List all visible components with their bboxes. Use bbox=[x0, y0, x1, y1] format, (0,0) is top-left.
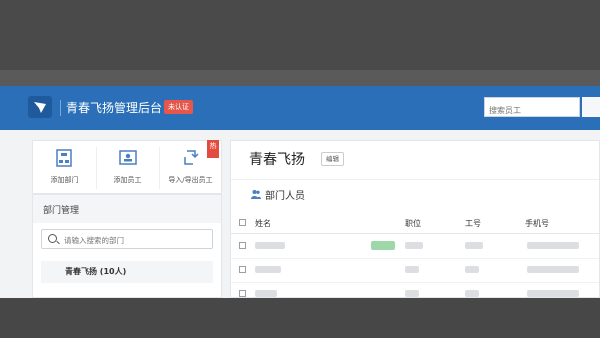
blurred-phone bbox=[527, 266, 579, 273]
blurred-position bbox=[405, 290, 419, 297]
members-section-title: 部门人员 bbox=[265, 191, 305, 202]
org-name-title: 青春飞扬 bbox=[249, 152, 305, 168]
main-content-panel: 青春飞扬 编辑 部门人员 姓名 职位 工号 手机号 bbox=[230, 140, 600, 298]
department-panel-title: 部门管理 bbox=[43, 206, 80, 216]
blurred-phone bbox=[527, 242, 579, 249]
blurred-phone bbox=[527, 290, 579, 297]
department-search-input[interactable] bbox=[62, 232, 206, 248]
hot-tag: 热 bbox=[207, 140, 219, 158]
top-header-bar: 青春飞扬管理后台 未认证 bbox=[0, 86, 600, 130]
department-panel: 部门管理 青春飞扬 (10人) bbox=[32, 194, 222, 298]
table-row[interactable] bbox=[231, 282, 599, 298]
blurred-name bbox=[255, 242, 285, 249]
org-chart-icon bbox=[56, 149, 72, 167]
people-icon bbox=[251, 190, 261, 199]
employee-search-input[interactable] bbox=[485, 101, 583, 120]
column-header-phone: 手机号 bbox=[525, 219, 549, 228]
app-screen: 青春飞扬管理后台 未认证 添加部门 添加员工 bbox=[0, 86, 600, 298]
members-table-header: 姓名 职位 工号 手机号 bbox=[231, 213, 599, 234]
employee-search-box[interactable] bbox=[484, 97, 583, 120]
search-icon bbox=[48, 234, 57, 243]
row-checkbox[interactable] bbox=[239, 242, 246, 249]
column-header-employee-id: 工号 bbox=[465, 219, 481, 228]
blurred-employee-id bbox=[465, 242, 483, 249]
import-export-icon bbox=[184, 150, 199, 165]
search-button[interactable] bbox=[582, 97, 600, 117]
blurred-employee-id bbox=[465, 266, 479, 273]
edit-button[interactable]: 编辑 bbox=[321, 152, 344, 166]
add-employee-label: 添加员工 bbox=[113, 176, 142, 184]
blurred-position bbox=[405, 266, 419, 273]
app-title: 青春飞扬管理后台 bbox=[66, 101, 163, 115]
quick-actions-panel: 添加部门 添加员工 导入/导出员工 热 bbox=[32, 140, 222, 194]
import-export-label: 导入/导出员工 bbox=[168, 176, 213, 184]
unverified-badge[interactable]: 未认证 bbox=[164, 100, 193, 114]
select-all-checkbox[interactable] bbox=[239, 219, 246, 226]
app-logo-icon[interactable] bbox=[28, 96, 52, 118]
row-checkbox[interactable] bbox=[239, 290, 246, 297]
header-separator bbox=[60, 100, 61, 116]
department-tree-item[interactable]: 青春飞扬 (10人) bbox=[41, 261, 213, 283]
blurred-tag bbox=[371, 241, 395, 250]
blurred-name bbox=[255, 290, 277, 297]
blurred-position bbox=[405, 242, 423, 249]
table-row[interactable] bbox=[231, 258, 599, 283]
monitor-bezel-bottom bbox=[0, 298, 600, 338]
blurred-employee-id bbox=[465, 290, 479, 297]
add-department-button[interactable]: 添加部门 bbox=[33, 141, 96, 195]
table-row[interactable] bbox=[231, 234, 599, 259]
browser-chrome-strip bbox=[0, 70, 600, 86]
add-department-label: 添加部门 bbox=[50, 176, 79, 184]
id-card-icon bbox=[119, 150, 137, 165]
department-item-label: 青春飞扬 (10人) bbox=[65, 267, 127, 276]
department-search-box[interactable] bbox=[41, 229, 213, 249]
section-divider bbox=[231, 179, 599, 180]
add-employee-button[interactable]: 添加员工 bbox=[96, 141, 159, 195]
column-header-name: 姓名 bbox=[255, 219, 271, 228]
row-checkbox[interactable] bbox=[239, 266, 246, 273]
department-panel-header: 部门管理 bbox=[33, 195, 221, 223]
blurred-name bbox=[255, 266, 281, 273]
column-header-position: 职位 bbox=[405, 219, 421, 228]
